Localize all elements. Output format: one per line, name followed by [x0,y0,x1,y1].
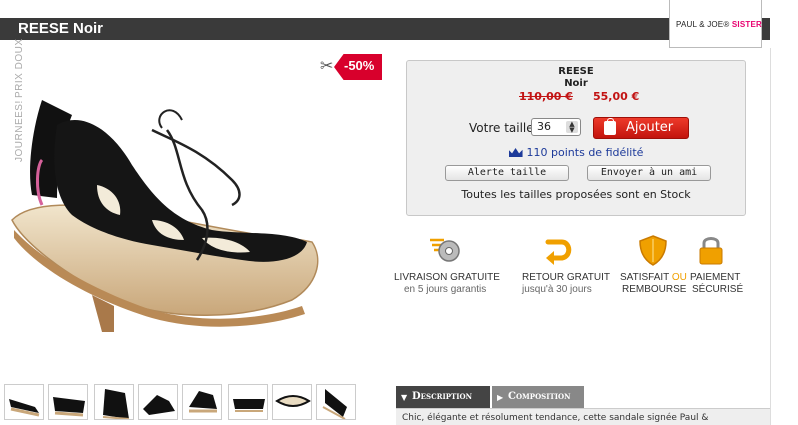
tab-description[interactable]: ▼ Description [396,386,490,408]
product-image[interactable] [2,70,354,360]
thumbnail-8[interactable] [316,384,356,420]
feature-delivery-sub: en 5 jours garantis [404,284,487,295]
crown-icon [508,148,523,157]
shopping-bag-icon [604,118,616,135]
size-label: Votre taille [469,121,534,135]
shield-icon [639,235,667,266]
features-row: LIVRAISON GRATUITE en 5 jours garantis R… [394,234,754,314]
brand-logo[interactable]: PAUL & JOE® SISTER [669,0,762,48]
description-text: Chic, élégante et résolument tendance, c… [396,408,770,425]
thumbnail-1[interactable] [4,384,44,420]
feature-satisfaction-sub: REMBOURSE [622,284,687,295]
product-color: Noir [564,78,588,89]
size-selected-value: 36 [537,120,551,133]
price-box: REESE Noir 110,00 € 55,00 € Votre taille… [406,60,746,216]
description-tabs: ▼ Description ▶ Composition Chic, élégante… [396,386,770,425]
tab-composition-label: Composition [508,391,571,402]
new-price: 55,00 € [593,90,640,103]
divider [770,48,771,425]
product-title: REESE Noir [18,20,104,37]
thumbnail-5[interactable] [182,384,222,420]
loyalty-points[interactable]: 110 points de fidélité [407,146,745,159]
thumbnail-7[interactable] [272,384,312,420]
triangle-down-icon: ▼ [401,392,408,402]
thumbnail-3[interactable] [94,384,134,420]
feature-satisfaction-title: SATISFAIT [620,272,670,283]
triangle-right-icon: ▶ [497,392,504,402]
send-to-friend-button[interactable]: Envoyer à un ami [587,165,711,181]
feature-return-title: RETOUR GRATUIT [522,272,610,283]
thumbnail-strip [4,384,360,425]
feature-return-sub: jusqu'à 30 jours [522,284,592,295]
loyalty-points-text: 110 points de fidélité [526,146,644,159]
thumbnail-4[interactable] [138,384,178,420]
add-to-cart-button[interactable]: Ajouter [593,117,689,139]
tab-composition[interactable]: ▶ Composition [492,386,584,408]
size-select[interactable]: 36 ▲ ▼ [531,118,581,136]
stock-status: Toutes les tailles proposées sont en Sto… [461,188,691,201]
feature-delivery-title: LIVRAISON GRATUITE [394,272,500,283]
thumbnail-2[interactable] [48,384,88,420]
delivery-disc-icon [430,238,460,262]
feature-satisfaction-or: OU [671,272,687,283]
add-to-cart-label: Ajouter [626,120,674,135]
size-alert-button[interactable]: Alerte taille [445,165,569,181]
brand-name: PAUL & JOE [676,20,724,29]
return-arrow-icon [545,239,572,265]
tab-description-label: Description [412,391,472,402]
thumbnail-6[interactable] [228,384,268,420]
padlock-icon [699,237,723,265]
feature-payment-sub: SÉCURISÉ [692,284,744,295]
updown-arrows-icon: ▲ ▼ [566,121,578,134]
feature-payment-title: PAIEMENT [690,272,741,283]
brand-sister: SISTER [731,20,762,29]
product-name: REESE [558,66,594,77]
old-price: 110,00 € [519,90,573,103]
product-title-bar: REESE Noir [0,18,770,40]
